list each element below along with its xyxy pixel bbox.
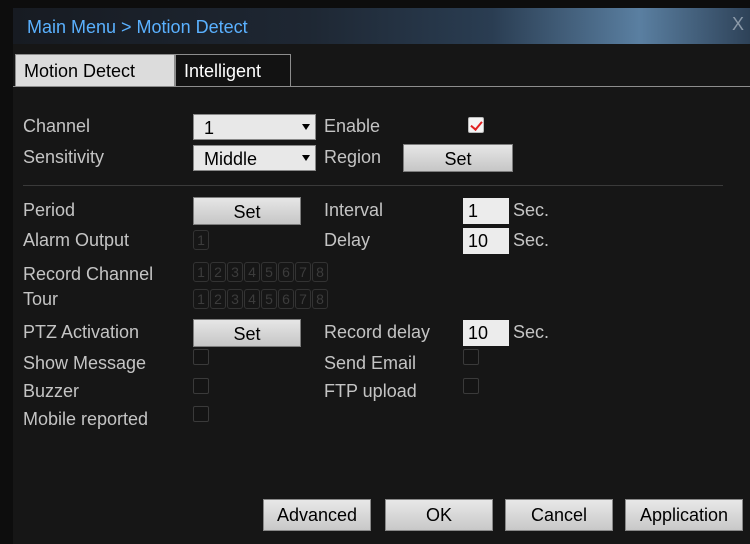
enable-checkbox[interactable] [468, 117, 484, 133]
application-button[interactable]: Application [625, 499, 743, 531]
ftp-upload-checkbox[interactable] [463, 378, 479, 394]
tour-box[interactable]: 4 [244, 289, 260, 309]
buzzer-label: Buzzer [23, 381, 80, 401]
ok-button[interactable]: OK [385, 499, 493, 531]
mobile-reported-checkbox[interactable] [193, 406, 209, 422]
channel-label: Channel [23, 116, 91, 136]
record-channel-box[interactable]: 7 [295, 262, 311, 282]
chevron-down-icon [302, 124, 310, 130]
advanced-button[interactable]: Advanced [263, 499, 371, 531]
ptz-activation-label: PTZ Activation [23, 322, 140, 342]
record-channel-box[interactable]: 8 [312, 262, 328, 282]
tour-label: Tour [23, 289, 59, 309]
tour-box[interactable]: 7 [295, 289, 311, 309]
record-channel-label: Record Channel [23, 264, 154, 284]
enable-label: Enable [324, 116, 381, 136]
tab-motion-detect[interactable]: Motion Detect [15, 54, 175, 86]
record-channel-box[interactable]: 5 [261, 262, 277, 282]
interval-label: Interval [324, 200, 384, 220]
period-label: Period [23, 200, 76, 220]
alarm-output-label: Alarm Output [23, 230, 130, 250]
ptz-set-button[interactable]: Set [193, 319, 301, 347]
record-delay-unit: Sec. [513, 322, 550, 342]
sensitivity-value: Middle [204, 149, 258, 169]
record-channel-box[interactable]: 1 [193, 262, 209, 282]
record-channel-box[interactable]: 6 [278, 262, 294, 282]
sensitivity-select[interactable]: Middle [193, 145, 316, 171]
title-bar: Main Menu > Motion Detect X [13, 8, 750, 44]
sensitivity-label: Sensitivity [23, 147, 105, 167]
tour-box[interactable]: 2 [210, 289, 226, 309]
chevron-down-icon [302, 155, 310, 161]
tour-box[interactable]: 3 [227, 289, 243, 309]
motion-detect-panel: Motion Detect Intelligent Channel 1 Enab… [13, 44, 750, 544]
channel-select[interactable]: 1 [193, 114, 316, 140]
interval-input[interactable]: 1 [463, 198, 509, 224]
record-channel-box[interactable]: 2 [210, 262, 226, 282]
tour-box[interactable]: 8 [312, 289, 328, 309]
tour-box[interactable]: 5 [261, 289, 277, 309]
tour-box[interactable]: 1 [193, 289, 209, 309]
send-email-label: Send Email [324, 353, 417, 373]
delay-label: Delay [324, 230, 371, 250]
alarm-output-1[interactable]: 1 [193, 230, 209, 250]
window-title: Main Menu > Motion Detect [27, 17, 248, 37]
show-message-checkbox[interactable] [193, 349, 209, 365]
period-set-button[interactable]: Set [193, 197, 301, 225]
record-delay-label: Record delay [324, 322, 431, 342]
tab-divider [13, 86, 750, 87]
record-delay-input[interactable]: 10 [463, 320, 509, 346]
cancel-button[interactable]: Cancel [505, 499, 613, 531]
tab-intelligent[interactable]: Intelligent [175, 54, 291, 86]
section-divider [23, 185, 723, 186]
buzzer-checkbox[interactable] [193, 378, 209, 394]
interval-unit: Sec. [513, 200, 550, 220]
ftp-upload-label: FTP upload [324, 381, 417, 401]
close-icon[interactable]: X [732, 14, 744, 35]
delay-unit: Sec. [513, 230, 550, 250]
region-label: Region [324, 147, 382, 167]
mobile-reported-label: Mobile reported [23, 409, 149, 429]
channel-value: 1 [204, 118, 215, 138]
record-channel-box[interactable]: 4 [244, 262, 260, 282]
send-email-checkbox[interactable] [463, 349, 479, 365]
record-channel-box[interactable]: 3 [227, 262, 243, 282]
region-set-button[interactable]: Set [403, 144, 513, 172]
show-message-label: Show Message [23, 353, 147, 373]
delay-input[interactable]: 10 [463, 228, 509, 254]
tour-box[interactable]: 6 [278, 289, 294, 309]
